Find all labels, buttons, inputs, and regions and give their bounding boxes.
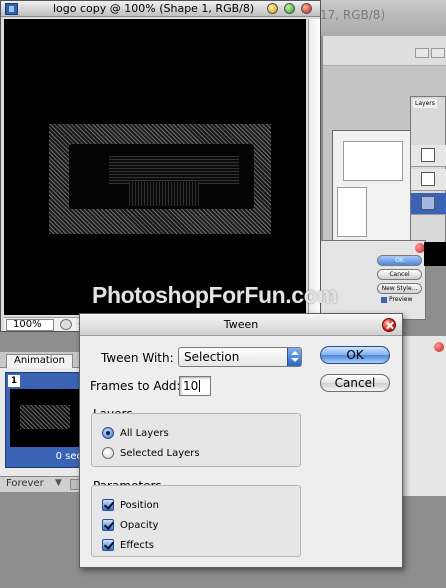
vertical-scrollbar[interactable] [308,19,320,315]
background-layer-row-selected [411,193,446,215]
dropdown-arrow-icon[interactable]: ▼ [55,478,62,488]
document-titlebar[interactable]: logo copy @ 100% (Shape 1, RGB/8) [1,1,320,17]
background-options-bar [323,36,446,66]
animation-frame[interactable]: 1 0 sec [5,372,87,468]
frame-thumbnail-logo [20,405,70,429]
layer-thumbnail [421,172,435,186]
effects-checkbox[interactable] [102,539,114,551]
opacity-label: Opacity [120,520,159,531]
background-window-title: 17, RGB/8) [320,8,386,22]
loop-options[interactable]: Forever [6,478,44,489]
tween-with-label: Tween With: [101,351,174,365]
background-preview-label: Preview [389,296,413,303]
background-window-titlebar: 17, RGB/8) [305,0,446,36]
background-screenshot-inner [343,141,403,181]
parameters-group: Position Opacity Effects [91,485,301,557]
background-tool-button [415,48,429,58]
layer-thumbnail [421,148,435,162]
select-arrows-icon [287,348,301,366]
background-screenshot-inner [337,187,367,237]
background-swatch [424,242,446,266]
minimize-button[interactable] [267,3,278,14]
position-checkbox[interactable] [102,499,114,511]
logo-inner-shape [69,144,254,209]
logo-shape [49,124,271,234]
tween-with-value: Selection [184,350,240,364]
animation-palette: Animation 1 0 sec Forever ▼ [0,352,90,492]
all-layers-radio[interactable] [102,427,114,439]
close-icon [434,342,444,352]
background-preview-checkbox: Preview [381,296,412,303]
background-screenshot-window [332,130,412,250]
position-label: Position [120,500,159,511]
animation-controls: Forever ▼ [0,476,90,492]
selected-layers-radio[interactable] [102,447,114,459]
background-cancel-button: Cancel [377,269,422,280]
layers-group: All Layers Selected Layers [91,413,301,467]
tab-animation[interactable]: Animation [6,354,73,368]
dialog-titlebar[interactable]: Tween [80,314,402,336]
frame-number: 1 [8,375,20,387]
ok-button[interactable]: OK [320,346,390,364]
checkbox-icon [381,296,387,303]
background-ok-button: OK [377,255,422,266]
document-canvas[interactable] [4,19,306,315]
animation-tabbar: Animation [0,352,90,368]
tween-dialog: Tween Tween With: Selection Frames to Ad… [79,313,403,568]
logo-texture [109,156,239,184]
frame-thumbnail [10,389,82,447]
selected-layers-label: Selected Layers [120,448,200,459]
frames-to-add-label: Frames to Add: [90,379,181,393]
close-button[interactable] [382,318,396,332]
frames-to-add-input[interactable]: 10 [179,376,211,396]
all-layers-label: All Layers [120,428,169,439]
background-layer-row [411,169,446,191]
background-panel-strip [400,336,446,496]
text-caret [199,380,201,392]
close-button[interactable] [301,3,312,14]
zoom-field[interactable]: 100% [6,319,54,331]
background-new-style-button: New Style... [377,283,422,294]
effects-label: Effects [120,540,154,551]
dialog-title: Tween [223,318,259,331]
document-title: logo copy @ 100% (Shape 1, RGB/8) [53,2,255,15]
frames-to-add-value: 10 [183,379,199,393]
watermark-text: PhotoshopForFun.com [92,282,338,308]
background-layer-row [411,145,446,167]
layer-thumbnail [421,196,435,210]
opacity-checkbox[interactable] [102,519,114,531]
document-icon [5,3,18,15]
logo-texture [129,182,199,206]
zoom-button[interactable] [284,3,295,14]
background-tool-button [431,48,445,58]
cancel-button[interactable]: Cancel [320,374,390,392]
tween-with-select[interactable]: Selection [178,347,302,367]
status-info-icon[interactable] [60,319,72,330]
background-layers-tab: Layers [413,99,437,108]
